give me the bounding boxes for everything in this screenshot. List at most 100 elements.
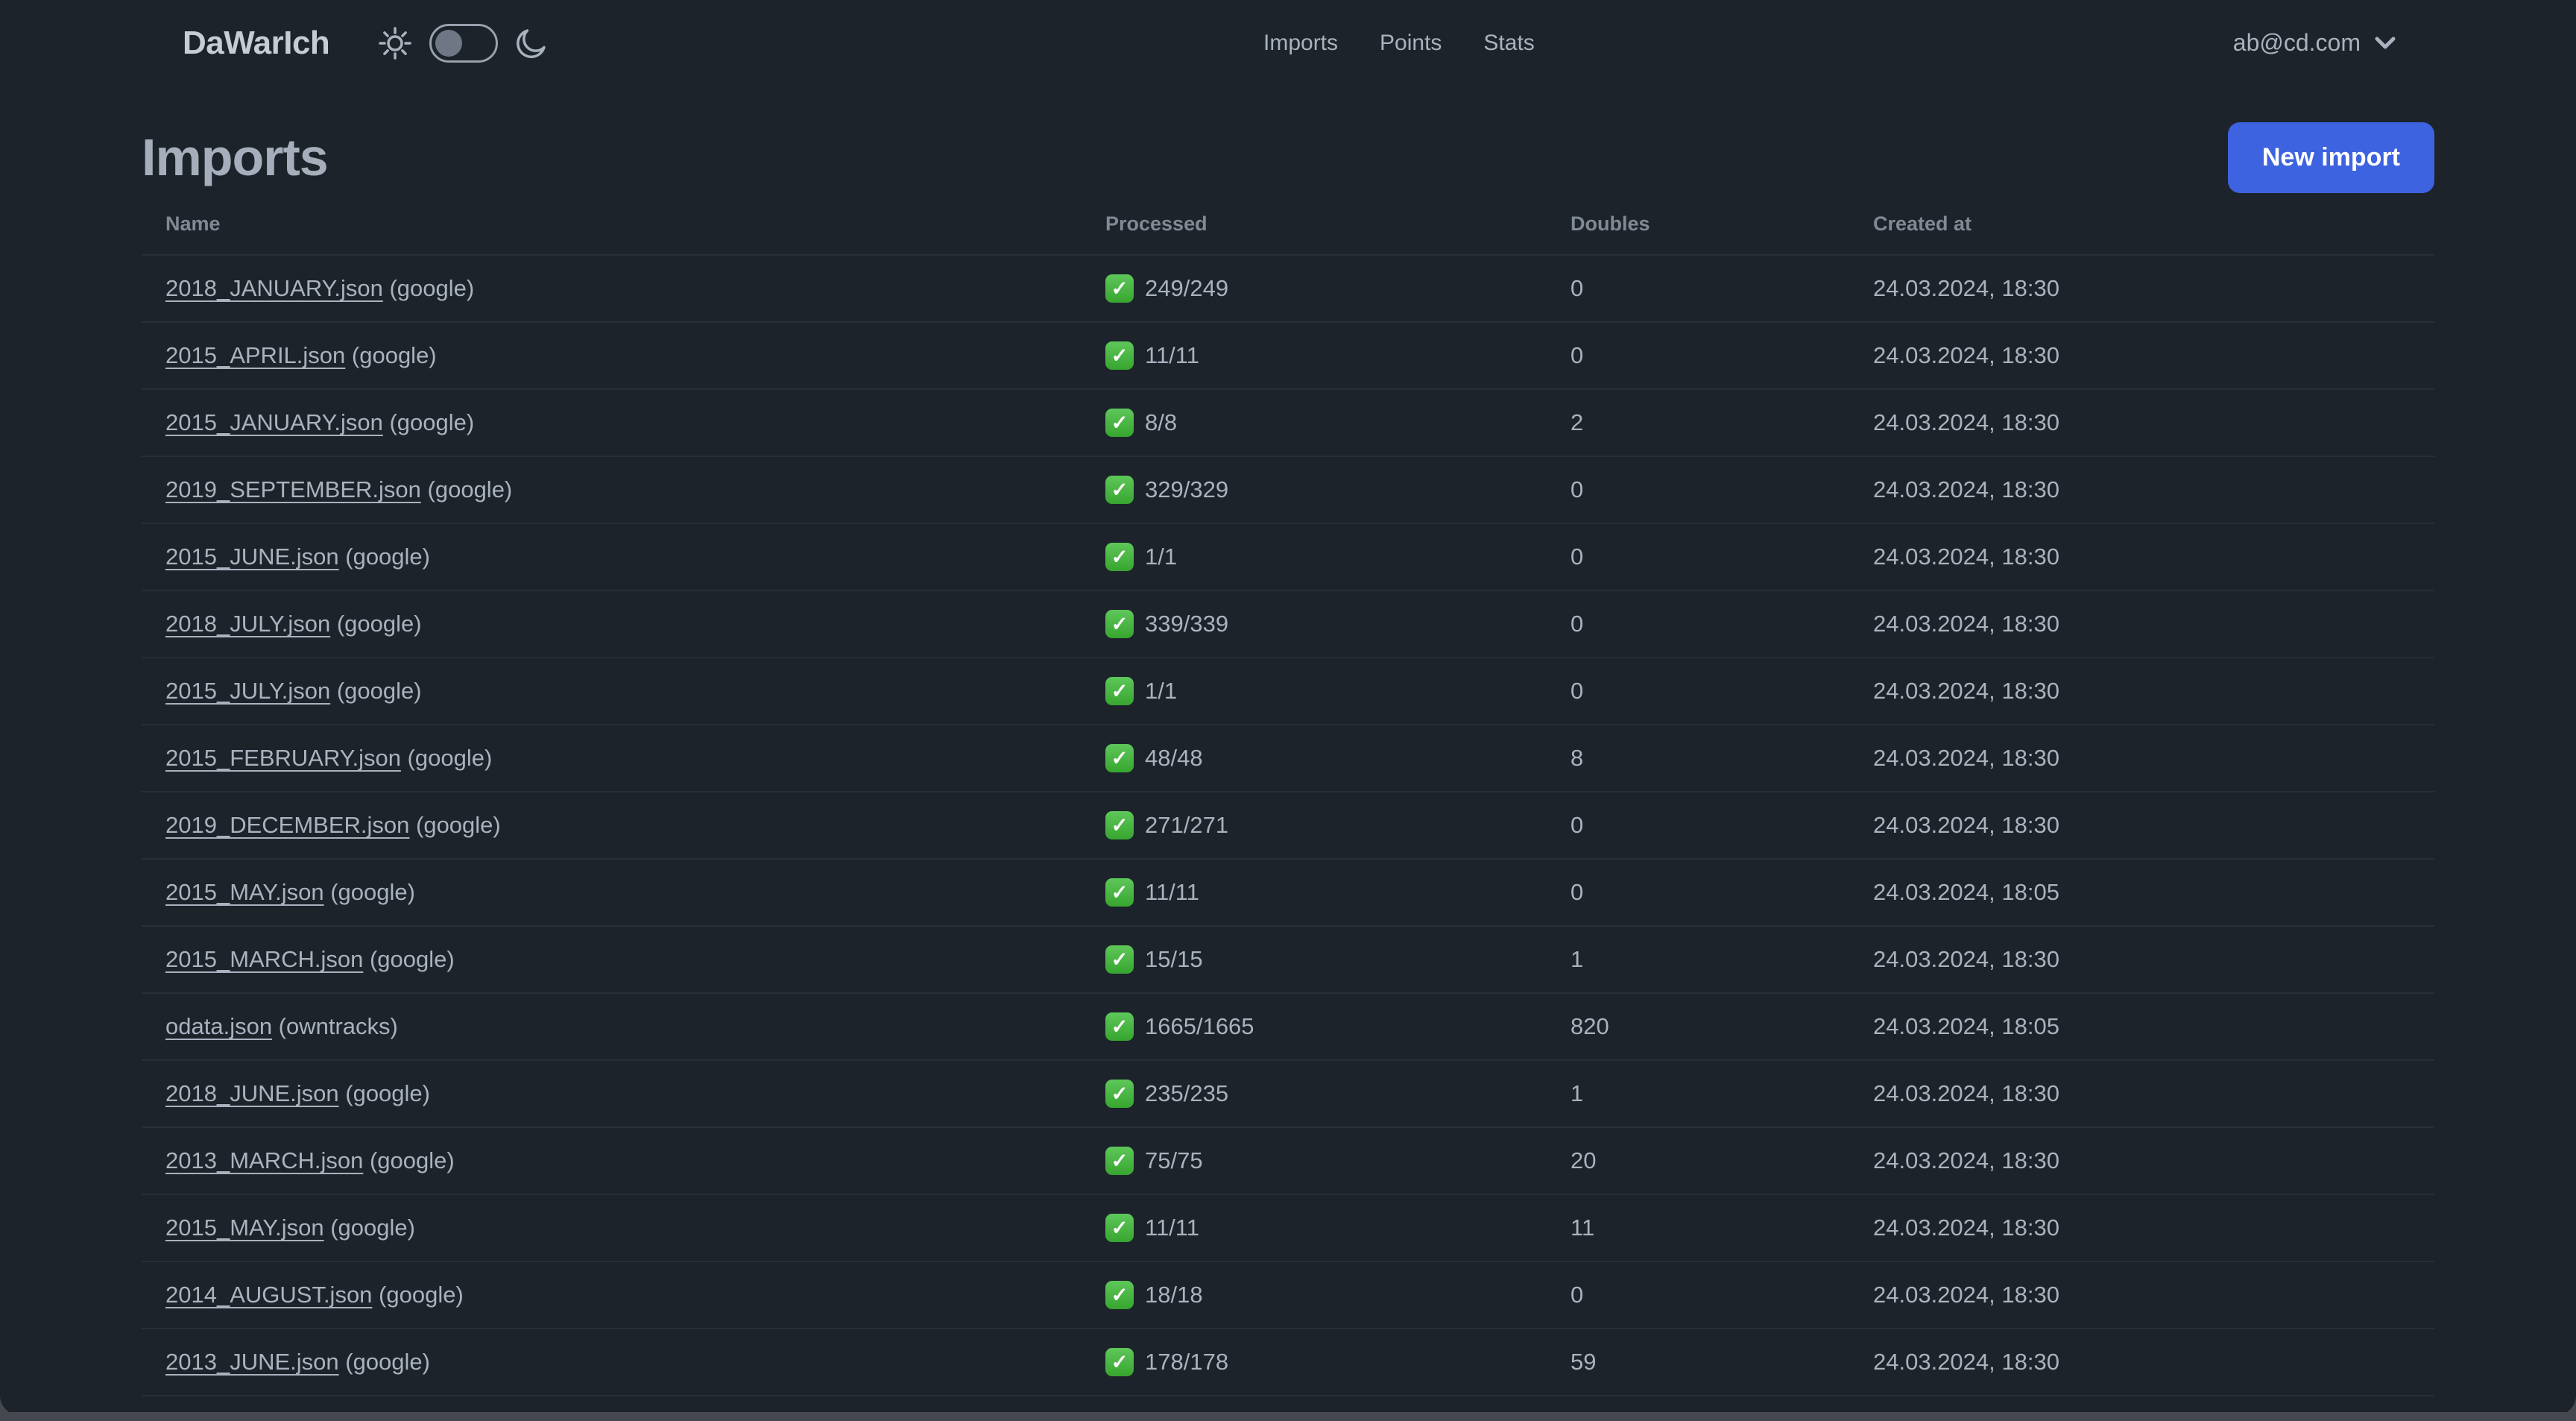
import-source-label: (google) xyxy=(420,476,513,502)
doubles-cell: 0 xyxy=(1570,476,1584,502)
new-import-button[interactable]: New import xyxy=(2227,122,2434,193)
import-name-cell: 2015_FEBRUARY.json (google) xyxy=(165,745,1105,772)
table-row: 2018_JULY.json (google) ✓ 339/339 0 24.03.20… xyxy=(142,591,2434,658)
processed-cell: ✓ 11/11 xyxy=(1105,1214,1570,1242)
import-name-cell: 2018_JUNE.json (google) xyxy=(165,1080,1105,1107)
success-check-icon: ✓ xyxy=(1105,677,1134,705)
navbar: DaWarIch Imports Points Stats ab@cd.com xyxy=(0,0,2576,86)
doubles-cell: 820 xyxy=(1570,1013,1609,1039)
import-file-link[interactable]: 2019_DECEMBER.json xyxy=(165,812,409,838)
import-file-link[interactable]: 2018_JUNE.json xyxy=(165,1080,339,1106)
import-name-cell: 2015_JANUARY.json (google) xyxy=(165,409,1105,436)
processed-count: 249/249 xyxy=(1145,275,1229,301)
nav-link-imports[interactable]: Imports xyxy=(1263,31,1338,56)
import-source-label: (google) xyxy=(330,611,422,637)
import-source-label: (google) xyxy=(363,1147,455,1173)
import-file-link[interactable]: odata.json xyxy=(165,1013,272,1039)
nav-link-stats[interactable]: Stats xyxy=(1483,31,1534,56)
import-name-cell: 2015_MAY.json (google) xyxy=(165,1214,1105,1241)
processed-cell: ✓ 75/75 xyxy=(1105,1147,1570,1175)
doubles-cell: 8 xyxy=(1570,745,1584,771)
processed-count: 15/15 xyxy=(1145,946,1203,972)
doubles-cell: 1 xyxy=(1570,946,1584,972)
import-source-label: (google) xyxy=(382,275,475,301)
processed-cell: ✓ 18/18 xyxy=(1105,1281,1570,1309)
created-at-cell: 24.03.2024, 18:30 xyxy=(1873,543,2059,570)
import-file-link[interactable]: 2015_MAY.json xyxy=(165,879,324,905)
success-check-icon: ✓ xyxy=(1105,341,1134,370)
import-file-link[interactable]: 2013_MARCH.json xyxy=(165,1147,363,1173)
created-at-cell: 24.03.2024, 18:30 xyxy=(1873,678,2059,704)
processed-cell: ✓ 235/235 xyxy=(1105,1080,1570,1108)
import-source-label: (google) xyxy=(382,409,475,435)
import-source-label: (google) xyxy=(409,812,501,838)
import-source-label: (google) xyxy=(345,342,437,368)
created-at-cell: 24.03.2024, 18:30 xyxy=(1873,1080,2059,1106)
processed-count: 329/329 xyxy=(1145,476,1229,502)
created-at-cell: 24.03.2024, 18:30 xyxy=(1873,745,2059,771)
table-row: 2019_DECEMBER.json (google) ✓ 271/271 0 24.0… xyxy=(142,793,2434,860)
success-check-icon: ✓ xyxy=(1105,1348,1134,1376)
table-row: 2015_MAY.json (google) ✓ 11/11 0 24.03.2024,… xyxy=(142,860,2434,927)
import-source-label: (google) xyxy=(330,678,422,704)
processed-count: 8/8 xyxy=(1145,409,1178,435)
import-name-cell: 2018_JULY.json (google) xyxy=(165,611,1105,637)
table-row: 2015_JANUARY.json (google) ✓ 8/8 2 24.03.202… xyxy=(142,390,2434,457)
processed-count: 271/271 xyxy=(1145,812,1229,838)
created-at-cell: 24.03.2024, 18:30 xyxy=(1873,342,2059,368)
success-check-icon: ✓ xyxy=(1105,1281,1134,1309)
import-file-link[interactable]: 2015_JUNE.json xyxy=(165,543,339,570)
imports-table: Name Processed Doubles Created at 2018_J… xyxy=(142,193,2434,1415)
import-file-link[interactable]: 2014_AUGUST.json xyxy=(165,1282,372,1308)
processed-cell: ✓ 11/11 xyxy=(1105,341,1570,370)
import-source-label: (google) xyxy=(323,1214,415,1241)
processed-count: 75/75 xyxy=(1145,1147,1203,1173)
theme-switch xyxy=(377,23,549,63)
import-file-link[interactable]: 2019_SEPTEMBER.json xyxy=(165,476,421,502)
import-name-cell: 2019_DECEMBER.json (google) xyxy=(165,812,1105,839)
import-file-link[interactable]: 2015_MARCH.json xyxy=(165,946,363,972)
processed-count: 1665/1665 xyxy=(1145,1013,1254,1039)
import-source-label: (google) xyxy=(338,1349,430,1375)
import-name-cell: 2013_MARCH.json (google) xyxy=(165,1147,1105,1174)
doubles-cell: 0 xyxy=(1570,879,1584,905)
import-file-link[interactable]: 2015_JANUARY.json xyxy=(165,409,383,435)
import-source-label: (google) xyxy=(363,946,455,972)
created-at-cell: 24.03.2024, 18:30 xyxy=(1873,1349,2059,1375)
doubles-cell: 1 xyxy=(1570,1080,1584,1106)
table-row: 2015_JULY.json (google) ✓ 1/1 0 24.03.2024, … xyxy=(142,658,2434,725)
import-file-link[interactable]: 2013_JUNE.json xyxy=(165,1349,339,1375)
app-logo[interactable]: DaWarIch xyxy=(183,25,330,62)
table-row: 2015_MAY.json (google) ✓ 11/11 11 24.03.2024… xyxy=(142,1195,2434,1262)
doubles-cell: 0 xyxy=(1570,812,1584,838)
processed-count: 18/18 xyxy=(1145,1282,1203,1308)
processed-cell: ✓ 1665/1665 xyxy=(1105,1012,1570,1041)
created-at-cell: 24.03.2024, 18:05 xyxy=(1873,1013,2059,1039)
import-file-link[interactable]: 2015_MAY.json xyxy=(165,1214,324,1241)
doubles-cell: 20 xyxy=(1570,1147,1597,1173)
created-at-cell: 24.03.2024, 18:30 xyxy=(1873,611,2059,637)
user-email: ab@cd.com xyxy=(2232,29,2361,56)
processed-cell: ✓ 329/329 xyxy=(1105,476,1570,504)
user-menu[interactable]: ab@cd.com xyxy=(2233,29,2396,57)
import-source-label: (owntracks) xyxy=(272,1013,398,1039)
import-file-link[interactable]: 2015_JULY.json xyxy=(165,678,330,704)
doubles-cell: 0 xyxy=(1570,275,1584,301)
main-content: Imports New import Name Processed Double… xyxy=(0,122,2576,1415)
doubles-cell: 0 xyxy=(1570,543,1584,570)
import-file-link[interactable]: 2018_JANUARY.json xyxy=(165,275,383,301)
theme-toggle[interactable] xyxy=(429,23,499,63)
import-file-link[interactable]: 2018_JULY.json xyxy=(165,611,330,637)
import-source-label: (google) xyxy=(372,1282,464,1308)
processed-cell: ✓ 1/1 xyxy=(1105,543,1570,571)
import-name-cell: 2018_JANUARY.json (google) xyxy=(165,275,1105,302)
success-check-icon: ✓ xyxy=(1105,1012,1134,1041)
nav-link-points[interactable]: Points xyxy=(1380,31,1442,56)
table-row: 2013_JUNE.json (google) ✓ 178/178 59 24.03.2… xyxy=(142,1329,2434,1396)
import-file-link[interactable]: 2015_APRIL.json xyxy=(165,342,345,368)
column-header-name: Name xyxy=(165,212,221,235)
doubles-cell: 0 xyxy=(1570,1282,1584,1308)
doubles-cell: 2 xyxy=(1570,409,1584,435)
import-file-link[interactable]: 2015_FEBRUARY.json xyxy=(165,745,401,771)
table-row: 2015_APRIL.json (google) ✓ 11/11 0 24.03.202… xyxy=(142,323,2434,390)
